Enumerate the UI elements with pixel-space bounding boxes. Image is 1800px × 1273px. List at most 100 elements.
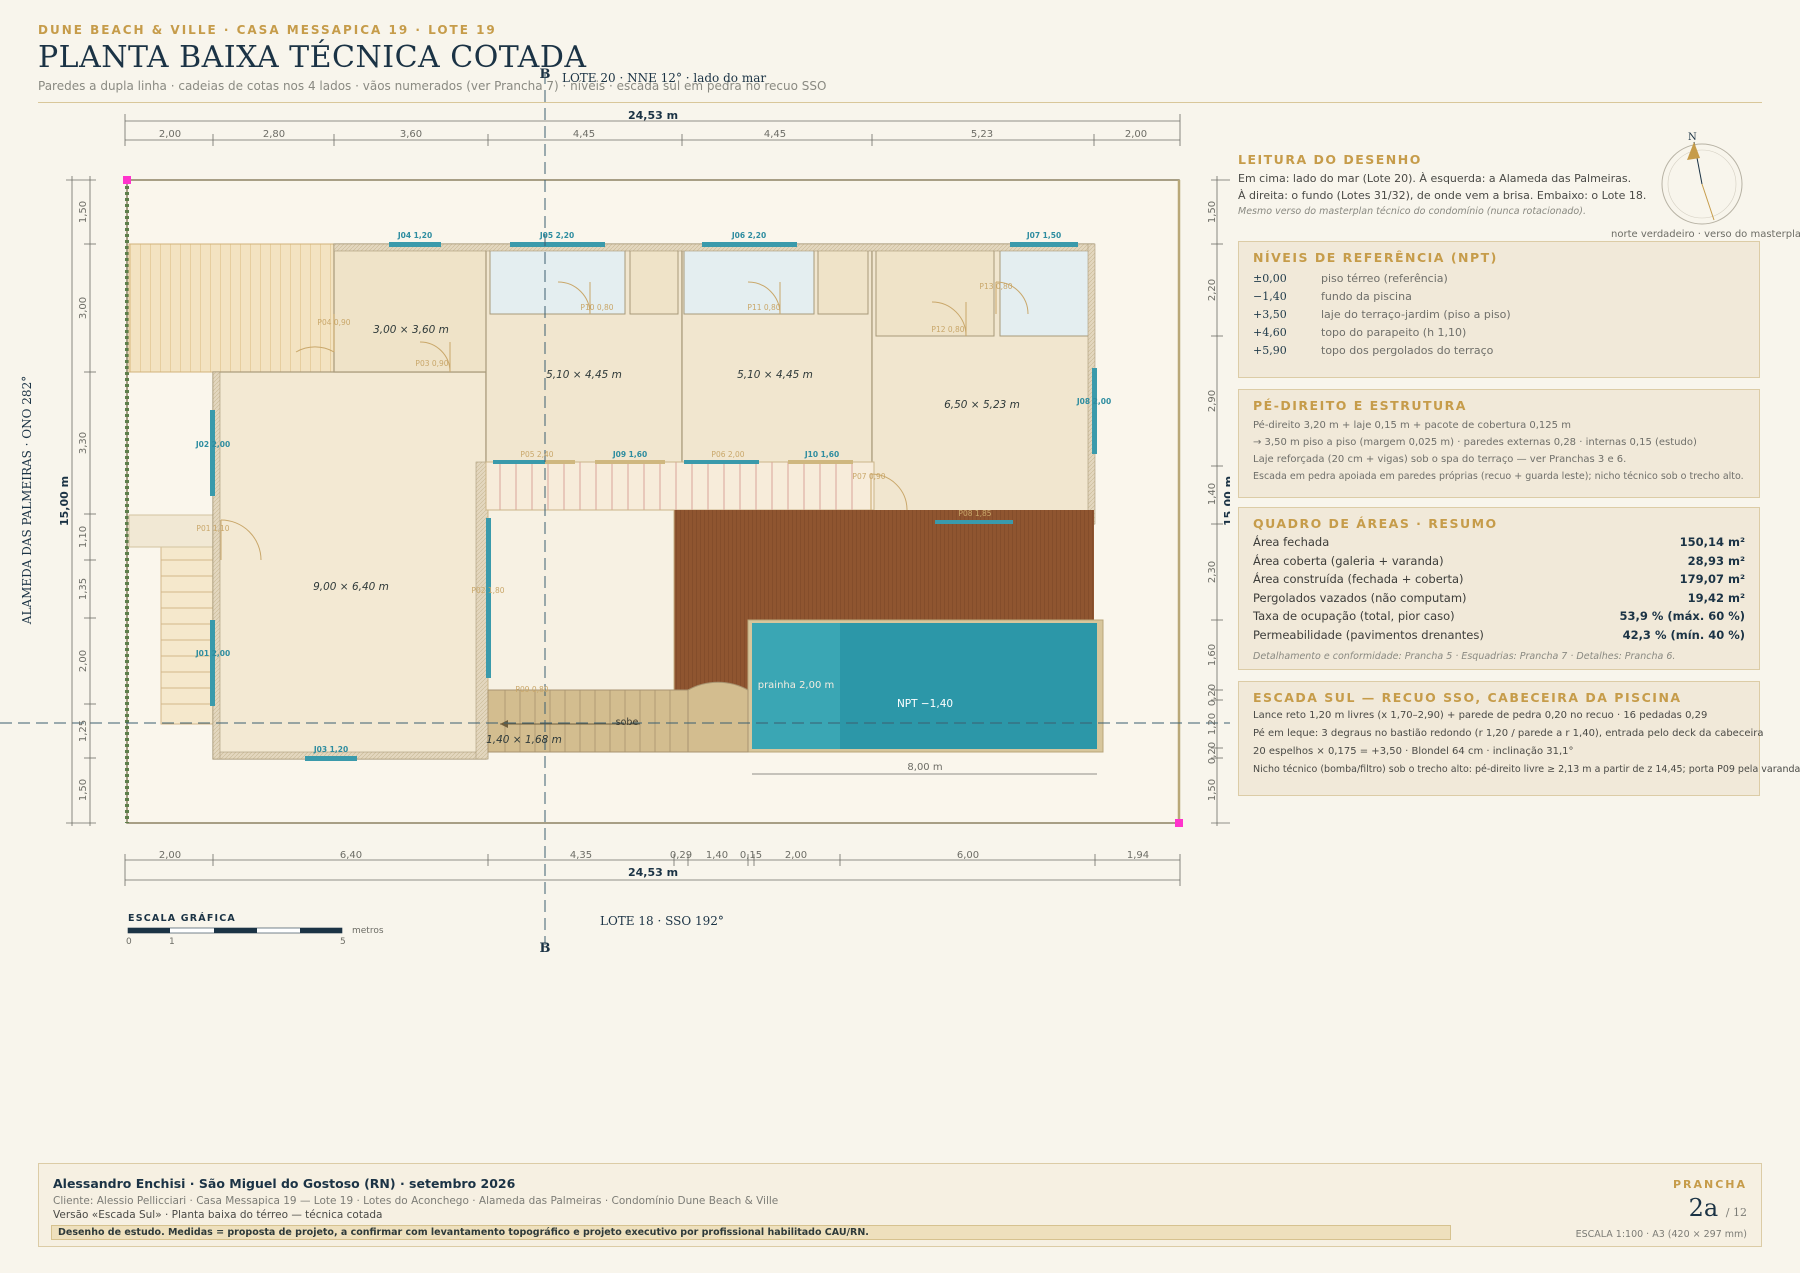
top-total-dim: 24,53 m (628, 109, 678, 122)
north-boundary-label: LOTE 20 · NNE 12° · lado do mar (562, 71, 766, 85)
top-dim: 2,00 (1125, 129, 1147, 140)
right-dim: 2,30 (1207, 561, 1218, 583)
areas-title: QUADRO DE ÁREAS · RESUMO (1253, 516, 1498, 531)
north-arrow-icon (1687, 142, 1700, 160)
right-dim: 2,90 (1207, 390, 1218, 412)
nivel-value: +4,60 (1253, 326, 1287, 339)
author-line: Alessandro Enchisi · São Miguel do Gosto… (53, 1176, 516, 1191)
courtyard (487, 509, 675, 691)
door-label: P02 1,80 (471, 586, 504, 595)
left-total-dim: 15,00 m (58, 476, 71, 526)
door-label: P01 1,10 (196, 524, 229, 533)
scale-unit: metros (352, 926, 384, 936)
area-label: Área coberta (galeria + varanda) (1253, 554, 1444, 568)
area-value: 28,93 m² (1687, 554, 1745, 568)
areas-panel: QUADRO DE ÁREAS · RESUMO Área fechada 15… (1238, 507, 1760, 670)
area-label: Permeabilidade (pavimentos drenantes) (1253, 628, 1484, 642)
room-label: 5,10 × 4,45 m (737, 369, 813, 381)
prancha-label: PRANCHA (1672, 1178, 1747, 1191)
window-label: J09 1,60 (612, 450, 647, 459)
area-value: 42,3 % (mín. 40 %) (1622, 628, 1745, 642)
left-dim: 2,00 (78, 650, 89, 672)
window-label: J03 1,20 (313, 745, 348, 754)
prancha-number: 2a / 12 (1689, 1194, 1747, 1222)
door-label: P13 0,80 (979, 282, 1012, 291)
leitura-line-3: Mesmo verso do masterplan técnico do con… (1238, 206, 1586, 217)
window-label: J04 1,20 (397, 231, 432, 240)
escada-line: 20 espelhos × 0,175 = +3,50 · Blondel 64… (1253, 746, 1574, 757)
title-block: Alessandro Enchisi · São Miguel do Gosto… (38, 1163, 1762, 1247)
nivel-text: laje do terraço-jardim (piso a piso) (1321, 308, 1511, 321)
room-label: 3,00 × 3,60 m (373, 324, 449, 336)
left-dim: 1,50 (78, 201, 89, 223)
right-dim: 0,20 (1207, 742, 1218, 764)
bottom-dim: 2,00 (785, 850, 807, 861)
niveis-panel: NÍVEIS DE REFERÊNCIA (NPT) ±0,00 piso té… (1238, 241, 1760, 378)
window-label: J08 2,00 (1076, 397, 1111, 406)
area-value: 179,07 m² (1679, 572, 1745, 586)
window-label: J02 2,00 (195, 440, 230, 449)
scale-title: ESCALA GRÁFICA (128, 912, 236, 924)
door-label: P06 2,00 (711, 450, 744, 459)
top-dim: 5,23 (971, 129, 993, 140)
window-label: J01 2,00 (195, 649, 230, 658)
top-dim: 3,60 (400, 129, 422, 140)
door-label: P04 0,90 (317, 318, 350, 327)
lot-corner-marker (1175, 819, 1183, 827)
estrutura-line: Pé-direito 3,20 m + laje 0,15 m + pacote… (1253, 420, 1571, 431)
left-dim: 1,10 (78, 526, 89, 548)
pool-dim: 8,00 m (907, 762, 942, 773)
estrutura-line: Laje reforçada (20 cm + vigas) sob o spa… (1253, 454, 1627, 465)
south-boundary-label: LOTE 18 · SSO 192° (600, 914, 724, 928)
door-label: P12 0,80 (931, 325, 964, 334)
room-label: 1,40 × 1,68 m (486, 734, 562, 746)
scale-tick: 0 (126, 937, 132, 947)
pool-level-label: NPT −1,40 (897, 698, 953, 710)
leitura-line-2: À direita: o fundo (Lotes 31/32), de ond… (1238, 189, 1647, 202)
right-dim: 1,50 (1207, 779, 1218, 801)
bottom-dim: 6,40 (340, 850, 362, 861)
top-dim: 4,45 (573, 129, 595, 140)
top-dim: 2,80 (263, 129, 285, 140)
escada-line: Lance reto 1,20 m livres (x 1,70–2,90) +… (1253, 710, 1708, 721)
escada-title: ESCADA SUL — RECUO SSO, CABECEIRA DA PIS… (1253, 690, 1682, 705)
north-letter: N (1688, 132, 1697, 143)
floor-plan: B B LOTE 20 · NNE 12° · lado do mar LOTE… (0, 67, 1230, 956)
right-dim: 1,20 (1207, 713, 1218, 735)
version-line: Versão «Escada Sul» · Planta baixa do té… (53, 1209, 383, 1221)
nivel-text: topo dos pergolados do terraço (1321, 344, 1494, 357)
bottom-dim: 1,40 (706, 850, 728, 861)
area-label: Pergolados vazados (não computam) (1253, 591, 1467, 605)
graphic-scale-bar (127, 927, 343, 934)
escada-line: Pé em leque: 3 degraus no bastião redond… (1253, 728, 1764, 739)
top-dim: 2,00 (159, 129, 181, 140)
stair-direction-label: sobe (616, 717, 639, 728)
left-dim: 3,30 (78, 432, 89, 454)
bottom-dim: 0,29 (670, 850, 692, 861)
door-label: P09 0,80 (515, 685, 548, 694)
nivel-value: −1,40 (1253, 290, 1287, 303)
estrutura-title: PÉ-DIREITO E ESTRUTURA (1253, 398, 1467, 413)
area-value: 53,9 % (máx. 60 %) (1619, 609, 1745, 623)
scale-info: ESCALA 1:100 · A3 (420 × 297 mm) (1575, 1229, 1747, 1240)
door-label: P11 0,80 (747, 303, 780, 312)
right-dim: 1,40 (1207, 483, 1218, 505)
nivel-value: +5,90 (1253, 344, 1287, 357)
prancha-total: / 12 (1725, 1206, 1747, 1219)
estrutura-line: → 3,50 m piso a piso (margem 0,025 m) · … (1253, 437, 1697, 448)
leitura-title: LEITURA DO DESENHO (1238, 152, 1422, 167)
nivel-text: fundo da piscina (1321, 290, 1412, 303)
area-value: 150,14 m² (1679, 535, 1745, 549)
right-dim: 1,60 (1207, 644, 1218, 666)
west-boundary-label: ALAMEDA DAS PALMEIRAS · ONO 282° (20, 376, 34, 625)
room-label: 6,50 × 5,23 m (944, 399, 1020, 411)
window-label: J06 2,20 (731, 231, 766, 240)
right-dim: 2,20 (1207, 279, 1218, 301)
door-label: P05 2,40 (520, 450, 553, 459)
window-label: J05 2,20 (539, 231, 574, 240)
section-mark-top: B (540, 67, 551, 82)
prainha-label: prainha 2,00 m (758, 680, 835, 691)
scale-tick: 1 (169, 937, 175, 947)
top-dim: 4,45 (764, 129, 786, 140)
estrutura-panel: PÉ-DIREITO E ESTRUTURA Pé-direito 3,20 m… (1238, 389, 1760, 498)
